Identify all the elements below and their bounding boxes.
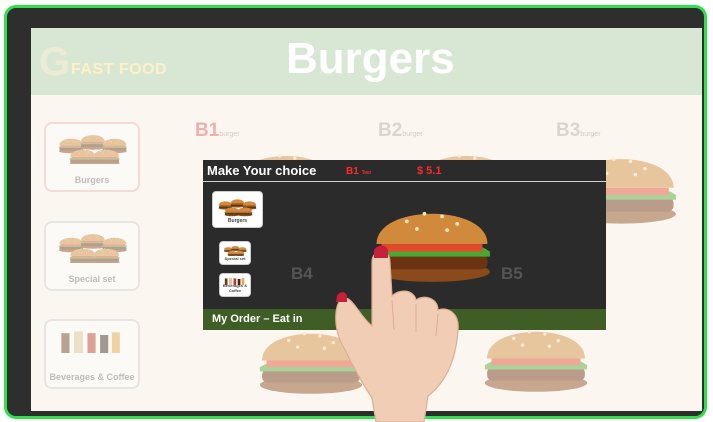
- hand-icon: [335, 245, 459, 422]
